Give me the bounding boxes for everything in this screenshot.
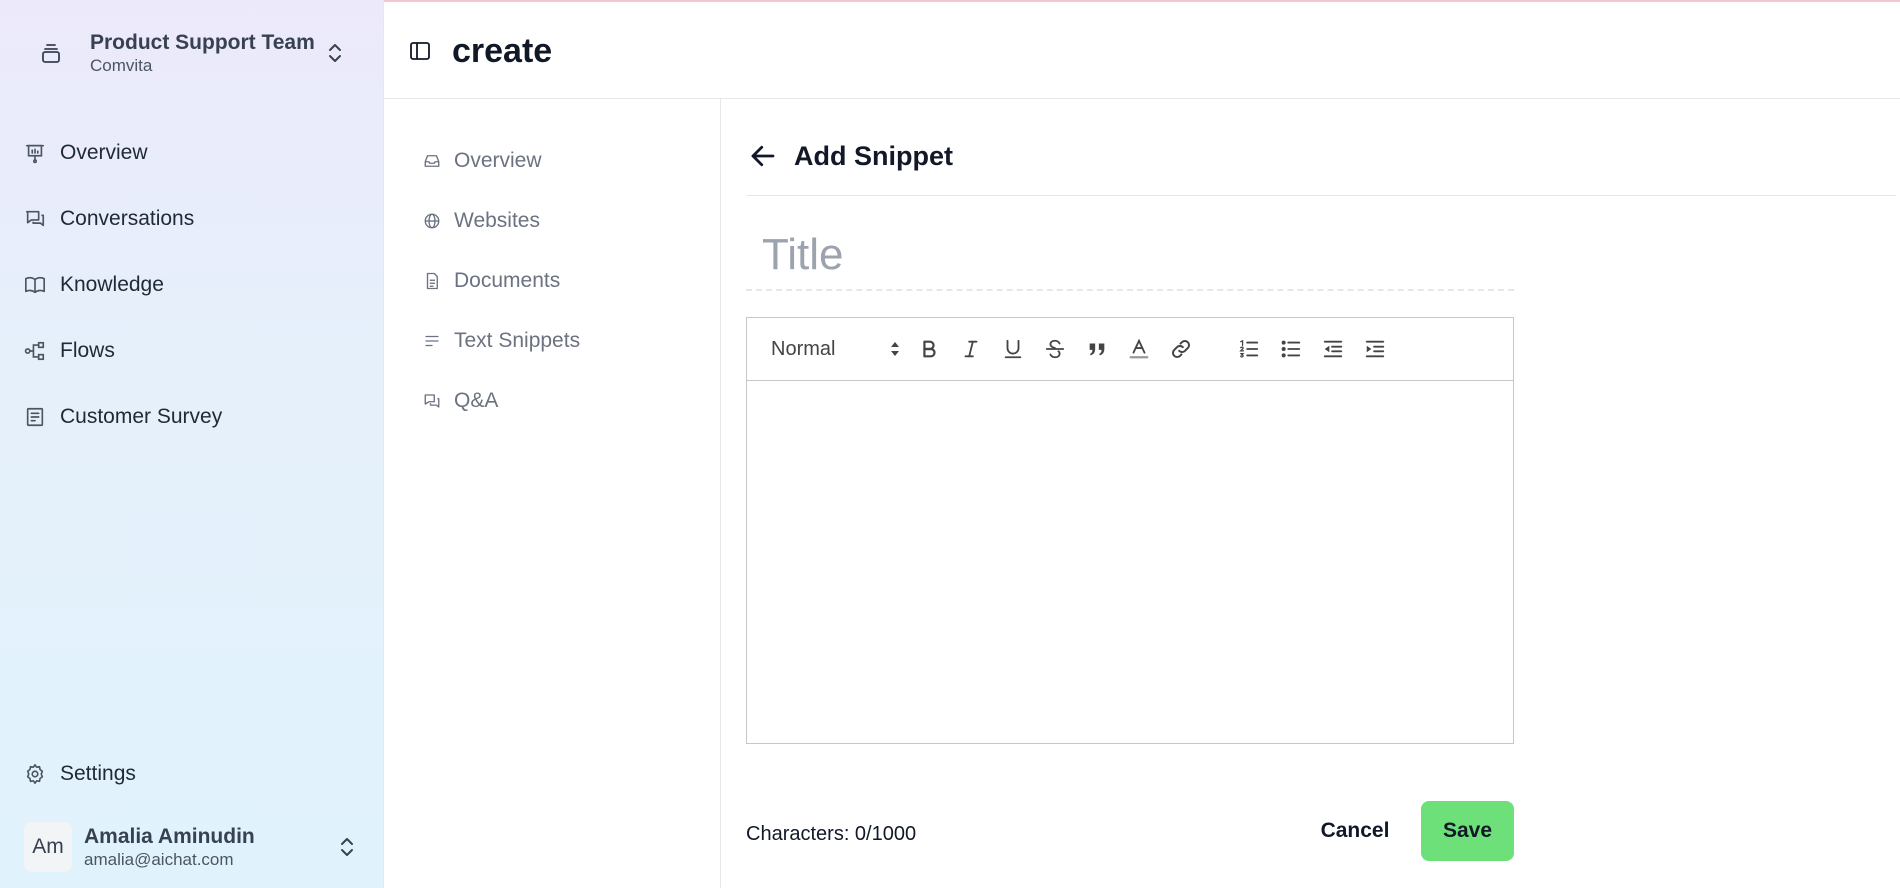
format-select-value: Normal — [771, 337, 836, 360]
outdent-icon[interactable] — [1319, 335, 1347, 363]
inbox-icon — [422, 151, 442, 171]
editor-toolbar: Normal — [747, 318, 1513, 381]
blockquote-icon[interactable] — [1083, 335, 1111, 363]
nav-label: Knowledge — [60, 273, 164, 296]
subnav-item-qa[interactable]: Q&A — [422, 386, 498, 416]
qa-chat-icon — [422, 391, 442, 411]
book-icon — [22, 272, 48, 298]
main-nav: Overview Conversations Knowledge Flows C… — [22, 120, 362, 450]
subnav-item-overview[interactable]: Overview — [422, 146, 542, 176]
character-count: Characters: 0/1000 — [746, 823, 917, 845]
cancel-button[interactable]: Cancel — [1300, 801, 1410, 861]
nav-item-conversations[interactable]: Conversations — [22, 186, 362, 252]
underline-icon[interactable] — [999, 335, 1027, 363]
subnav-item-text-snippets[interactable]: Text Snippets — [422, 326, 580, 356]
strikethrough-icon[interactable] — [1041, 335, 1069, 363]
globe-icon — [422, 211, 442, 231]
page-header: create — [384, 2, 1900, 99]
editor-content-area[interactable] — [747, 381, 1513, 743]
nav-item-flows[interactable]: Flows — [22, 318, 362, 384]
divider — [746, 195, 1896, 196]
indent-icon[interactable] — [1361, 335, 1389, 363]
panel-toggle-icon[interactable] — [408, 39, 432, 63]
user-email: amalia@aichat.com — [84, 850, 234, 869]
subnav-label: Documents — [454, 269, 561, 292]
avatar: Am — [24, 822, 72, 872]
sort-arrows-icon — [889, 340, 901, 358]
title-input[interactable] — [746, 221, 1514, 291]
snippet-form: Add Snippet Normal — [722, 99, 1900, 888]
nav-label: Overview — [60, 141, 148, 164]
format-select[interactable]: Normal — [771, 333, 901, 365]
subnav-label: Websites — [454, 209, 540, 232]
bullet-list-icon[interactable] — [1277, 335, 1305, 363]
knowledge-subnav: Overview Websites Documents Text Snippet… — [384, 99, 721, 888]
flow-icon — [22, 338, 48, 364]
nav-label: Conversations — [60, 207, 195, 230]
chat-bubbles-icon — [22, 206, 48, 232]
link-icon[interactable] — [1167, 335, 1195, 363]
nav-item-overview[interactable]: Overview — [22, 120, 362, 186]
nav-label: Customer Survey — [60, 405, 223, 428]
back-arrow-icon[interactable] — [748, 141, 778, 171]
text-lines-icon — [422, 331, 442, 351]
nav-label: Flows — [60, 339, 115, 362]
chevron-up-down-icon — [334, 835, 360, 859]
nav-item-settings[interactable]: Settings — [22, 758, 136, 790]
subnav-item-documents[interactable]: Documents — [422, 266, 560, 296]
chevron-up-down-icon — [322, 38, 348, 68]
ordered-list-icon[interactable] — [1235, 335, 1263, 363]
subnav-label: Text Snippets — [454, 329, 581, 352]
nav-item-knowledge[interactable]: Knowledge — [22, 252, 362, 318]
team-name: Product Support Team — [90, 31, 315, 54]
team-org: Comvita — [90, 56, 153, 75]
user-name: Amalia Aminudin — [84, 825, 255, 848]
text-color-icon[interactable] — [1125, 335, 1153, 363]
gear-icon — [22, 761, 48, 787]
subnav-label: Q&A — [454, 389, 499, 412]
save-button[interactable]: Save — [1421, 801, 1514, 861]
sidebar: Product Support Team Comvita Overview Co… — [0, 0, 384, 888]
presentation-icon — [22, 140, 48, 166]
subnav-label: Overview — [454, 149, 542, 172]
italic-icon[interactable] — [957, 335, 985, 363]
subnav-item-websites[interactable]: Websites — [422, 206, 540, 236]
survey-icon — [22, 404, 48, 430]
team-switcher[interactable]: Product Support Team Comvita — [28, 26, 348, 80]
settings-label: Settings — [60, 762, 136, 785]
page-title: create — [452, 32, 553, 70]
section-title: Add Snippet — [794, 141, 953, 171]
rich-text-editor: Normal — [746, 317, 1514, 744]
bold-icon[interactable] — [915, 335, 943, 363]
stack-icon — [28, 30, 74, 76]
user-menu[interactable]: Am Amalia Aminudin amalia@aichat.com — [24, 818, 360, 876]
nav-item-customer-survey[interactable]: Customer Survey — [22, 384, 362, 450]
document-icon — [422, 271, 442, 291]
